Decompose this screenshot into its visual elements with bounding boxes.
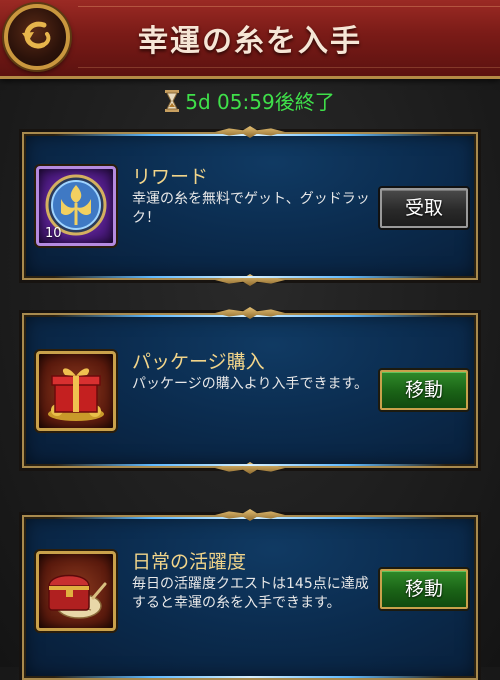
gift-box-icon <box>48 368 104 421</box>
item-slot[interactable] <box>36 351 116 431</box>
claim-button[interactable]: 受取 <box>380 188 468 228</box>
daily-activity-card: 日常の活躍度 毎日の活躍度クエストは145点に達成すると幸運の糸を入手できます。… <box>22 509 478 680</box>
card-description: パッケージの購入より入手できます。 <box>132 376 369 392</box>
timer-text: 5d 05:59後終了 <box>185 90 335 114</box>
back-arrow-icon <box>22 21 51 49</box>
card-title: 日常の活躍度 <box>132 551 247 573</box>
card-title: パッケージ購入 <box>132 351 265 373</box>
package-purchase-card: パッケージ購入 パッケージの購入より入手できます。 移動 <box>22 307 478 474</box>
ornament <box>215 509 285 521</box>
treasure-chest-icon <box>48 574 107 619</box>
ornament <box>215 307 285 319</box>
hourglass-icon <box>165 90 180 117</box>
reward-card: 10 リワード 幸運の糸を無料でゲット、グッドラック！ 受取 <box>22 126 478 286</box>
card-title: リワード <box>132 166 209 188</box>
card-description: 毎日の活躍度クエストは145点に達成すると幸運の糸を入手できます。 <box>132 576 369 611</box>
event-timer: 5d 05:59後終了 <box>0 86 500 117</box>
item-count: 10 <box>45 226 62 241</box>
item-slot[interactable] <box>36 551 116 631</box>
item-slot[interactable]: 10 <box>36 166 116 246</box>
page-title: 幸運の糸を入手 <box>138 24 362 59</box>
header-bar: 幸運の糸を入手 <box>0 0 500 79</box>
back-button[interactable] <box>4 4 70 70</box>
go-button[interactable]: 移動 <box>380 370 468 410</box>
ornament <box>215 462 285 474</box>
card-description: 幸運の糸を無料でゲット、グッドラック！ <box>132 191 370 226</box>
ornament <box>215 126 285 138</box>
go-button[interactable]: 移動 <box>380 569 468 609</box>
ornament <box>215 274 285 286</box>
